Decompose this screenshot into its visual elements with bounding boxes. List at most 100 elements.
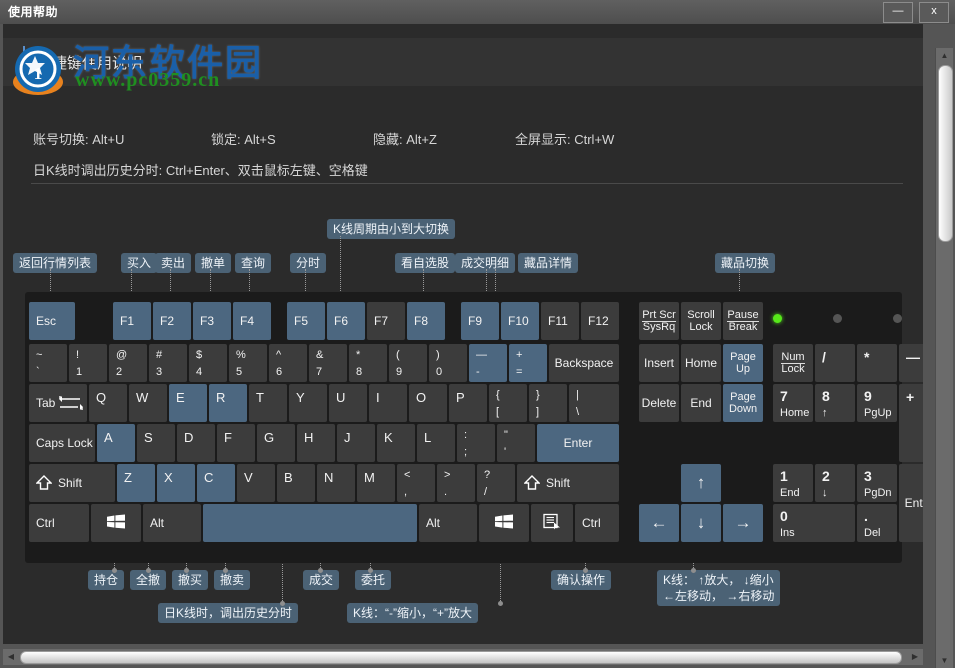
key-f9[interactable]: F9 <box>461 302 499 340</box>
key-home[interactable]: Home <box>681 344 721 382</box>
key-arrow-up[interactable]: ↑ <box>681 464 721 502</box>
callout-top-9[interactable]: 藏品切换 <box>715 253 776 273</box>
key-key-o[interactable]: O <box>409 384 447 422</box>
key-ctrl-left[interactable]: Ctrl <box>29 504 89 542</box>
key-f5[interactable]: F5 <box>287 302 325 340</box>
key-space[interactable] <box>203 504 417 542</box>
key-backtick[interactable]: ~ ` <box>29 344 67 382</box>
key-key-2[interactable]: @2 <box>109 344 147 382</box>
key-key-4[interactable]: $4 <box>189 344 227 382</box>
callout-top-6[interactable]: 看自选股 <box>395 253 456 273</box>
callout-bottom-4[interactable]: 成交 <box>303 570 340 590</box>
callout-top-8[interactable]: 藏品详情 <box>518 253 579 273</box>
key-numpad-del[interactable]: . Del <box>857 504 897 542</box>
callout-kline-period[interactable]: K线周期由小到大切换 <box>327 219 456 239</box>
key-slash[interactable]: ? / <box>477 464 515 502</box>
key-f4[interactable]: F4 <box>233 302 271 340</box>
key-key-b[interactable]: B <box>277 464 315 502</box>
key-key-d[interactable]: D <box>177 424 215 462</box>
key-f1[interactable]: F1 <box>113 302 151 340</box>
vertical-scrollbar-thumb[interactable] <box>938 65 953 242</box>
key-menu-key[interactable] <box>531 504 573 542</box>
key-numpad-1[interactable]: 1 End <box>773 464 813 502</box>
key-f8[interactable]: F8 <box>407 302 445 340</box>
callout-top-1[interactable]: 买入 <box>121 253 158 273</box>
key-numpad-0[interactable]: 0 Ins <box>773 504 855 542</box>
key-key-3[interactable]: #3 <box>149 344 187 382</box>
key-minus[interactable]: — - <box>469 344 507 382</box>
key-semicolon[interactable]: :; <box>457 424 495 462</box>
key-bracket-left[interactable]: {[ <box>489 384 527 422</box>
key-arrow-right[interactable]: → <box>723 504 763 542</box>
key-numpad-minus[interactable]: — <box>899 344 923 382</box>
key-scroll-lock[interactable]: Scroll Lock <box>681 302 721 340</box>
callout-bottom-1[interactable]: 全撤 <box>130 570 167 590</box>
key-numpad-2[interactable]: 2 ↓ <box>815 464 855 502</box>
callout-top-5[interactable]: 分时 <box>290 253 327 273</box>
key-numpad-8[interactable]: 8 ↑ <box>815 384 855 422</box>
key-win-left[interactable] <box>91 504 141 542</box>
scroll-up-arrow-icon[interactable]: ▲ <box>936 48 953 63</box>
horizontal-scrollbar[interactable]: ◀ ▶ <box>3 649 923 665</box>
callout-arrow-keys[interactable]: K线： ↑放大， ↓缩小 ←左移动， →右移动 <box>657 570 781 606</box>
key-key-5[interactable]: % 5 <box>229 344 267 382</box>
key-key-7[interactable]: & 7 <box>309 344 347 382</box>
horizontal-scrollbar-thumb[interactable] <box>20 651 902 664</box>
key-ctrl-right[interactable]: Ctrl <box>575 504 619 542</box>
key-backslash[interactable]: | \ <box>569 384 619 422</box>
callout-top-7[interactable]: 成交明细 <box>455 253 516 273</box>
key-key-y[interactable]: Y <box>289 384 327 422</box>
key-shift-right[interactable]: Shift <box>517 464 619 502</box>
key-key-f[interactable]: F <box>217 424 255 462</box>
key-f10[interactable]: F10 <box>501 302 539 340</box>
callout-bottom-2[interactable]: 撤买 <box>172 570 209 590</box>
key-insert[interactable]: Insert <box>639 344 679 382</box>
key-key-1[interactable]: ! 1 <box>69 344 107 382</box>
key-key-n[interactable]: N <box>317 464 355 502</box>
key-key-8[interactable]: * 8 <box>349 344 387 382</box>
key-key-g[interactable]: G <box>257 424 295 462</box>
key-key-0[interactable]: ) 0 <box>429 344 467 382</box>
key-comma[interactable]: <, <box>397 464 435 502</box>
key-key-x[interactable]: X <box>157 464 195 502</box>
callout-top-0[interactable]: 返回行情列表 <box>13 253 98 273</box>
callout-bottom-3[interactable]: 撤卖 <box>214 570 251 590</box>
key-backspace[interactable]: Backspace <box>549 344 619 382</box>
scroll-right-arrow-icon[interactable]: ▶ <box>907 649 923 665</box>
key-alt-left[interactable]: Alt <box>143 504 201 542</box>
key-key-6[interactable]: ^ 6 <box>269 344 307 382</box>
key-page-down[interactable]: Page Down <box>723 384 763 422</box>
key-num-lock[interactable]: Num Lock <box>773 344 813 382</box>
key-bracket-right[interactable]: }] <box>529 384 567 422</box>
key-key-z[interactable]: Z <box>117 464 155 502</box>
callout-top-4[interactable]: 查询 <box>235 253 272 273</box>
key-key-h[interactable]: H <box>297 424 335 462</box>
key-numpad-3[interactable]: 3 PgDn <box>857 464 897 502</box>
callout-top-2[interactable]: 卖出 <box>155 253 192 273</box>
key-f3[interactable]: F3 <box>193 302 231 340</box>
callout-bottom2-1[interactable]: K线：“-”缩小，“+”放大 <box>347 603 478 623</box>
key-f12[interactable]: F12 <box>581 302 619 340</box>
key-key-w[interactable]: W <box>129 384 167 422</box>
key-numpad-multiply[interactable]: * <box>857 344 897 382</box>
key-key-p[interactable]: P <box>449 384 487 422</box>
key-f7[interactable]: F7 <box>367 302 405 340</box>
key-key-s[interactable]: S <box>137 424 175 462</box>
key-key-j[interactable]: J <box>337 424 375 462</box>
key-key-k[interactable]: K <box>377 424 415 462</box>
key-key-u[interactable]: U <box>329 384 367 422</box>
key-key-i[interactable]: I <box>369 384 407 422</box>
close-button[interactable]: x <box>919 2 949 23</box>
minimize-button[interactable]: — <box>883 2 913 23</box>
key-key-r[interactable]: R <box>209 384 247 422</box>
key-numpad-divide[interactable]: / <box>815 344 855 382</box>
key-enter[interactable]: Enter <box>537 424 619 462</box>
key-esc[interactable]: Esc <box>29 302 75 340</box>
key-key-e[interactable]: E <box>169 384 207 422</box>
key-alt-right[interactable]: Alt <box>419 504 477 542</box>
key-end[interactable]: End <box>681 384 721 422</box>
key-tab[interactable]: Tab <box>29 384 87 422</box>
callout-bottom-5[interactable]: 委托 <box>355 570 392 590</box>
key-key-v[interactable]: V <box>237 464 275 502</box>
scroll-down-arrow-icon[interactable]: ▼ <box>936 653 953 668</box>
